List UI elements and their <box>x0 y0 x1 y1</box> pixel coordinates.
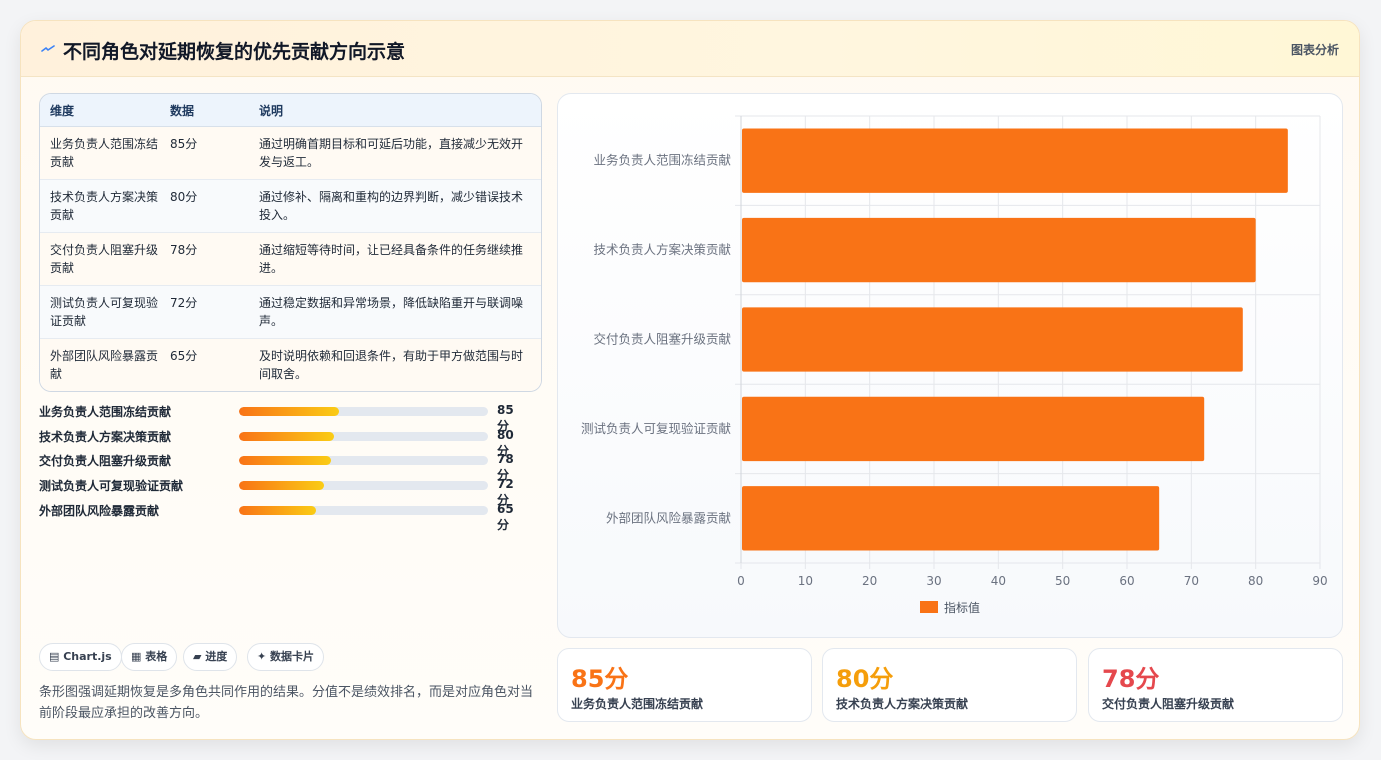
y-tick-label: 业务负责人范围冻结贡献 <box>593 153 731 168</box>
progress-fill <box>239 481 324 490</box>
table-row: 业务负责人范围冻结贡献 85分 通过明确首期目标和可延后功能，直接减少无效开发与… <box>40 127 541 180</box>
kpi-label: 交付负责人阻塞升级贡献 <box>1102 697 1235 711</box>
bar-chart: 业务负责人范围冻结贡献 技术负责人方案决策贡献 交付负责人阻塞升级贡献测试负责人可复… <box>557 93 1343 638</box>
column-header-data: 数据 <box>170 104 195 118</box>
table-cell-description: 通过稳定数据和异常场景，降低缺陷重开与联调噪声。 <box>259 296 524 328</box>
chip-data-card[interactable]: ✦ 数据卡片 <box>247 643 325 671</box>
table-cell-dimension: 测试负责人可复现验证贡献 <box>50 296 159 328</box>
progress-track <box>239 432 488 441</box>
bar <box>742 128 1288 193</box>
table-row: 测试负责人可复现验证贡献 72分 通过稳定数据和异常场景，降低缺陷重开与联调噪声… <box>40 286 541 339</box>
progress-label: 外部团队风险暴露贡献 <box>39 504 160 518</box>
y-tick-label: 交付负责人阻塞升级贡献 <box>593 332 731 347</box>
chart-analysis-tag: 图表分析 <box>1290 43 1339 57</box>
progress-track <box>239 407 488 416</box>
kpi-label: 业务负责人范围冻结贡献 <box>571 697 704 711</box>
table-cell-value: 78分 <box>170 243 198 257</box>
kpi-card: 80分 技术负责人方案决策贡献 <box>822 648 1077 722</box>
chart-note: 条形图强调延期恢复是多角色共同作用的结果。分值不是绩效排名，而是对应角色对当前阶… <box>39 685 534 721</box>
table-cell-description: 通过缩短等待时间，让已经具备条件的任务继续推进。 <box>259 243 524 275</box>
table-cell-value: 65分 <box>170 349 198 363</box>
x-tick-label: 40 <box>991 574 1006 588</box>
progress-track <box>239 506 488 515</box>
progress-row: 业务负责人范围冻结贡献 85分 <box>39 402 519 433</box>
progress-row: 外部团队风险暴露贡献 65分 <box>39 501 519 532</box>
chip-chartjs[interactable]: ▤ Chart.js <box>39 643 122 671</box>
chip-progress[interactable]: ▰ 进度 <box>183 643 238 671</box>
bar <box>742 307 1243 372</box>
legend-swatch <box>920 601 938 613</box>
progress-row: 测试负责人可复现验证贡献 72分 <box>39 476 519 507</box>
table-cell-dimension: 技术负责人方案决策贡献 <box>50 190 159 222</box>
table-row: 外部团队风险暴露贡献 65分 及时说明依赖和回退条件，有助于甲方做范围与时间取舍… <box>40 339 541 391</box>
table-cell-description: 通过修补、隔离和重构的边界判断，减少错误技术投入。 <box>259 190 524 222</box>
progress-label: 业务负责人范围冻结贡献 <box>39 405 172 419</box>
progress-label: 交付负责人阻塞升级贡献 <box>39 454 172 468</box>
table-cell-dimension: 业务负责人范围冻结贡献 <box>50 137 159 169</box>
kpi-value: 80分 <box>836 665 894 693</box>
y-tick-label: 外部团队风险暴露贡献 <box>606 510 731 525</box>
x-tick-label: 70 <box>1184 574 1199 588</box>
table-cell-description: 及时说明依赖和回退条件，有助于甲方做范围与时间取舍。 <box>259 349 524 381</box>
y-tick-label: 测试负责人可复现验证贡献 <box>581 421 731 436</box>
progress-fill <box>239 456 332 465</box>
kpi-label: 技术负责人方案决策贡献 <box>836 697 969 711</box>
x-tick-label: 50 <box>1055 574 1070 588</box>
column-header-dimension: 维度 <box>50 104 75 118</box>
kpi-value: 85分 <box>571 665 629 693</box>
progress-label: 技术负责人方案决策贡献 <box>39 430 172 444</box>
table-cell-dimension: 外部团队风险暴露贡献 <box>50 349 159 381</box>
progress-fill <box>239 432 334 441</box>
y-tick-label: 技术负责人方案决策贡献 <box>593 242 731 257</box>
progress-fill <box>239 407 339 416</box>
column-header-description: 说明 <box>259 104 284 118</box>
x-tick-label: 90 <box>1312 574 1327 588</box>
table-cell-value: 72分 <box>170 296 198 310</box>
dashboard-card: 不同角色对延期恢复的优先贡献方向示意 图表分析 维度 数据 说明 业务负责人范围… <box>20 20 1360 740</box>
progress-value: 65分 <box>497 502 514 532</box>
table-cell-value: 85分 <box>170 137 198 151</box>
bar <box>742 217 1256 283</box>
progress-row: 技术负责人方案决策贡献 80分 <box>39 427 519 458</box>
bar-chart-svg: 业务负责人范围冻结贡献技术负责人方案决策贡献交付负责人阻塞升级贡献测试负责人可复… <box>581 115 1328 615</box>
spark-icon <box>41 45 55 52</box>
x-tick-label: 30 <box>926 574 941 588</box>
bar <box>742 396 1205 462</box>
kpi-card: 85分 业务负责人范围冻结贡献 <box>557 648 812 722</box>
x-tick-label: 60 <box>1119 574 1134 588</box>
bar <box>742 486 1160 551</box>
progress-track <box>239 481 488 490</box>
data-table: 维度 数据 说明 业务负责人范围冻结贡献 85分 通过明确首期目标和可延后功能，… <box>39 93 542 392</box>
x-tick-label: 0 <box>737 574 745 588</box>
chip-table[interactable]: ▦ 表格 <box>121 643 178 671</box>
table-cell-description: 通过明确首期目标和可延后功能，直接减少无效开发与返工。 <box>259 137 524 169</box>
x-tick-label: 80 <box>1248 574 1263 588</box>
progress-label: 测试负责人可复现验证贡献 <box>39 479 184 493</box>
table-row: 交付负责人阻塞升级贡献 78分 通过缩短等待时间，让已经具备条件的任务继续推进。 <box>40 233 541 286</box>
progress-row: 交付负责人阻塞升级贡献 78分 <box>39 451 519 482</box>
table-cell-value: 80分 <box>170 190 198 204</box>
table-header-row: 维度 数据 说明 <box>40 94 541 127</box>
table-cell-dimension: 交付负责人阻塞升级贡献 <box>50 243 159 275</box>
x-tick-label: 20 <box>862 574 877 588</box>
card-header: 不同角色对延期恢复的优先贡献方向示意 图表分析 <box>21 21 1359 77</box>
x-tick-label: 10 <box>798 574 813 588</box>
progress-fill <box>239 506 317 515</box>
kpi-card: 78分 交付负责人阻塞升级贡献 <box>1088 648 1343 722</box>
legend-label: 指标值 <box>944 600 980 615</box>
table-row: 技术负责人方案决策贡献 80分 通过修补、隔离和重构的边界判断，减少错误技术投入… <box>40 180 541 233</box>
page-title: 不同角色对延期恢复的优先贡献方向示意 <box>63 41 406 63</box>
progress-track <box>239 456 488 465</box>
kpi-value: 78分 <box>1102 665 1160 693</box>
